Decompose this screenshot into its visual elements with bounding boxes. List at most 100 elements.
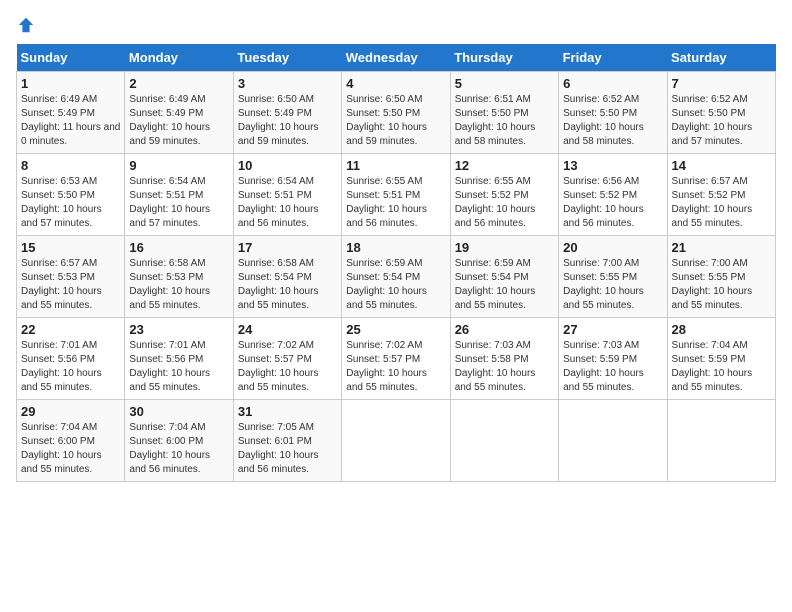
day-detail: Sunrise: 7:03 AMSunset: 5:59 PMDaylight:…: [563, 340, 644, 393]
calendar-cell: 26 Sunrise: 7:03 AMSunset: 5:58 PMDaylig…: [450, 318, 558, 400]
calendar-cell: 15 Sunrise: 6:57 AMSunset: 5:53 PMDaylig…: [17, 236, 125, 318]
day-detail: Sunrise: 7:03 AMSunset: 5:58 PMDaylight:…: [455, 340, 536, 393]
day-number: 27: [563, 322, 662, 337]
day-number: 14: [672, 158, 771, 173]
calendar-cell: 3 Sunrise: 6:50 AMSunset: 5:49 PMDayligh…: [233, 72, 341, 154]
calendar-cell: 28 Sunrise: 7:04 AMSunset: 5:59 PMDaylig…: [667, 318, 775, 400]
day-number: 4: [346, 76, 445, 91]
day-detail: Sunrise: 6:54 AMSunset: 5:51 PMDaylight:…: [129, 176, 210, 229]
day-detail: Sunrise: 6:55 AMSunset: 5:52 PMDaylight:…: [455, 176, 536, 229]
day-number: 28: [672, 322, 771, 337]
day-detail: Sunrise: 6:57 AMSunset: 5:52 PMDaylight:…: [672, 176, 753, 229]
calendar-cell: 23 Sunrise: 7:01 AMSunset: 5:56 PMDaylig…: [125, 318, 233, 400]
day-number: 29: [21, 404, 120, 419]
day-number: 13: [563, 158, 662, 173]
day-number: 12: [455, 158, 554, 173]
calendar-cell: 13 Sunrise: 6:56 AMSunset: 5:52 PMDaylig…: [559, 154, 667, 236]
calendar-cell: 7 Sunrise: 6:52 AMSunset: 5:50 PMDayligh…: [667, 72, 775, 154]
day-detail: Sunrise: 6:59 AMSunset: 5:54 PMDaylight:…: [455, 258, 536, 311]
calendar-cell: 10 Sunrise: 6:54 AMSunset: 5:51 PMDaylig…: [233, 154, 341, 236]
calendar-week-4: 22 Sunrise: 7:01 AMSunset: 5:56 PMDaylig…: [17, 318, 776, 400]
day-number: 24: [238, 322, 337, 337]
day-detail: Sunrise: 6:50 AMSunset: 5:49 PMDaylight:…: [238, 94, 319, 147]
calendar-cell: 22 Sunrise: 7:01 AMSunset: 5:56 PMDaylig…: [17, 318, 125, 400]
day-number: 6: [563, 76, 662, 91]
day-number: 10: [238, 158, 337, 173]
calendar-cell: [450, 400, 558, 482]
calendar-week-2: 8 Sunrise: 6:53 AMSunset: 5:50 PMDayligh…: [17, 154, 776, 236]
day-detail: Sunrise: 7:04 AMSunset: 5:59 PMDaylight:…: [672, 340, 753, 393]
day-detail: Sunrise: 7:04 AMSunset: 6:00 PMDaylight:…: [21, 422, 102, 475]
day-detail: Sunrise: 6:51 AMSunset: 5:50 PMDaylight:…: [455, 94, 536, 147]
day-detail: Sunrise: 7:01 AMSunset: 5:56 PMDaylight:…: [21, 340, 102, 393]
day-number: 19: [455, 240, 554, 255]
calendar-cell: 6 Sunrise: 6:52 AMSunset: 5:50 PMDayligh…: [559, 72, 667, 154]
day-detail: Sunrise: 7:00 AMSunset: 5:55 PMDaylight:…: [563, 258, 644, 311]
day-number: 9: [129, 158, 228, 173]
day-detail: Sunrise: 6:57 AMSunset: 5:53 PMDaylight:…: [21, 258, 102, 311]
day-detail: Sunrise: 6:54 AMSunset: 5:51 PMDaylight:…: [238, 176, 319, 229]
day-header-monday: Monday: [125, 44, 233, 72]
calendar-cell: 14 Sunrise: 6:57 AMSunset: 5:52 PMDaylig…: [667, 154, 775, 236]
day-number: 30: [129, 404, 228, 419]
day-number: 3: [238, 76, 337, 91]
day-detail: Sunrise: 6:56 AMSunset: 5:52 PMDaylight:…: [563, 176, 644, 229]
day-detail: Sunrise: 6:52 AMSunset: 5:50 PMDaylight:…: [672, 94, 753, 147]
day-number: 25: [346, 322, 445, 337]
day-detail: Sunrise: 6:52 AMSunset: 5:50 PMDaylight:…: [563, 94, 644, 147]
calendar-week-1: 1 Sunrise: 6:49 AMSunset: 5:49 PMDayligh…: [17, 72, 776, 154]
day-number: 2: [129, 76, 228, 91]
day-number: 17: [238, 240, 337, 255]
day-number: 20: [563, 240, 662, 255]
day-number: 5: [455, 76, 554, 91]
day-number: 1: [21, 76, 120, 91]
day-number: 26: [455, 322, 554, 337]
day-number: 21: [672, 240, 771, 255]
calendar-cell: 25 Sunrise: 7:02 AMSunset: 5:57 PMDaylig…: [342, 318, 450, 400]
calendar-cell: 9 Sunrise: 6:54 AMSunset: 5:51 PMDayligh…: [125, 154, 233, 236]
day-number: 15: [21, 240, 120, 255]
day-detail: Sunrise: 7:04 AMSunset: 6:00 PMDaylight:…: [129, 422, 210, 475]
day-header-friday: Friday: [559, 44, 667, 72]
calendar-cell: 29 Sunrise: 7:04 AMSunset: 6:00 PMDaylig…: [17, 400, 125, 482]
day-detail: Sunrise: 7:02 AMSunset: 5:57 PMDaylight:…: [238, 340, 319, 393]
calendar-cell: [342, 400, 450, 482]
day-detail: Sunrise: 6:49 AMSunset: 5:49 PMDaylight:…: [21, 94, 120, 147]
day-detail: Sunrise: 7:01 AMSunset: 5:56 PMDaylight:…: [129, 340, 210, 393]
day-detail: Sunrise: 7:00 AMSunset: 5:55 PMDaylight:…: [672, 258, 753, 311]
day-number: 31: [238, 404, 337, 419]
day-detail: Sunrise: 6:55 AMSunset: 5:51 PMDaylight:…: [346, 176, 427, 229]
calendar-cell: 8 Sunrise: 6:53 AMSunset: 5:50 PMDayligh…: [17, 154, 125, 236]
day-detail: Sunrise: 6:50 AMSunset: 5:50 PMDaylight:…: [346, 94, 427, 147]
day-detail: Sunrise: 7:02 AMSunset: 5:57 PMDaylight:…: [346, 340, 427, 393]
day-header-saturday: Saturday: [667, 44, 775, 72]
day-number: 23: [129, 322, 228, 337]
calendar-cell: 27 Sunrise: 7:03 AMSunset: 5:59 PMDaylig…: [559, 318, 667, 400]
day-detail: Sunrise: 6:53 AMSunset: 5:50 PMDaylight:…: [21, 176, 102, 229]
day-detail: Sunrise: 6:49 AMSunset: 5:49 PMDaylight:…: [129, 94, 210, 147]
day-detail: Sunrise: 7:05 AMSunset: 6:01 PMDaylight:…: [238, 422, 319, 475]
day-header-wednesday: Wednesday: [342, 44, 450, 72]
calendar-cell: 16 Sunrise: 6:58 AMSunset: 5:53 PMDaylig…: [125, 236, 233, 318]
calendar-cell: 21 Sunrise: 7:00 AMSunset: 5:55 PMDaylig…: [667, 236, 775, 318]
day-number: 16: [129, 240, 228, 255]
day-number: 8: [21, 158, 120, 173]
calendar-cell: 1 Sunrise: 6:49 AMSunset: 5:49 PMDayligh…: [17, 72, 125, 154]
calendar-cell: 31 Sunrise: 7:05 AMSunset: 6:01 PMDaylig…: [233, 400, 341, 482]
calendar-cell: 24 Sunrise: 7:02 AMSunset: 5:57 PMDaylig…: [233, 318, 341, 400]
calendar-cell: 2 Sunrise: 6:49 AMSunset: 5:49 PMDayligh…: [125, 72, 233, 154]
day-header-thursday: Thursday: [450, 44, 558, 72]
day-detail: Sunrise: 6:58 AMSunset: 5:53 PMDaylight:…: [129, 258, 210, 311]
calendar-cell: 5 Sunrise: 6:51 AMSunset: 5:50 PMDayligh…: [450, 72, 558, 154]
calendar-week-3: 15 Sunrise: 6:57 AMSunset: 5:53 PMDaylig…: [17, 236, 776, 318]
calendar-cell: 12 Sunrise: 6:55 AMSunset: 5:52 PMDaylig…: [450, 154, 558, 236]
page-header: [16, 16, 776, 34]
calendar-cell: 11 Sunrise: 6:55 AMSunset: 5:51 PMDaylig…: [342, 154, 450, 236]
calendar: SundayMondayTuesdayWednesdayThursdayFrid…: [16, 44, 776, 482]
calendar-cell: 30 Sunrise: 7:04 AMSunset: 6:00 PMDaylig…: [125, 400, 233, 482]
day-number: 18: [346, 240, 445, 255]
day-header-tuesday: Tuesday: [233, 44, 341, 72]
logo-icon: [17, 16, 35, 34]
calendar-cell: [667, 400, 775, 482]
calendar-cell: 18 Sunrise: 6:59 AMSunset: 5:54 PMDaylig…: [342, 236, 450, 318]
